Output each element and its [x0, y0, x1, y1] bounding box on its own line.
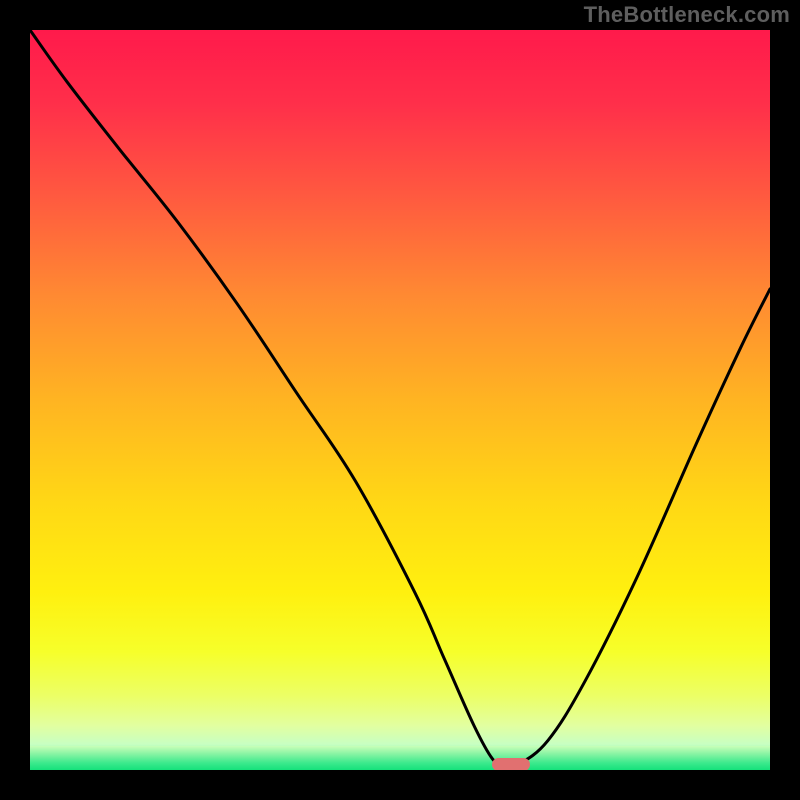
bottleneck-curve	[30, 30, 770, 770]
chart-frame: TheBottleneck.com	[0, 0, 800, 800]
optimal-marker	[492, 758, 530, 770]
watermark-text: TheBottleneck.com	[584, 2, 790, 28]
plot-area	[30, 30, 770, 770]
